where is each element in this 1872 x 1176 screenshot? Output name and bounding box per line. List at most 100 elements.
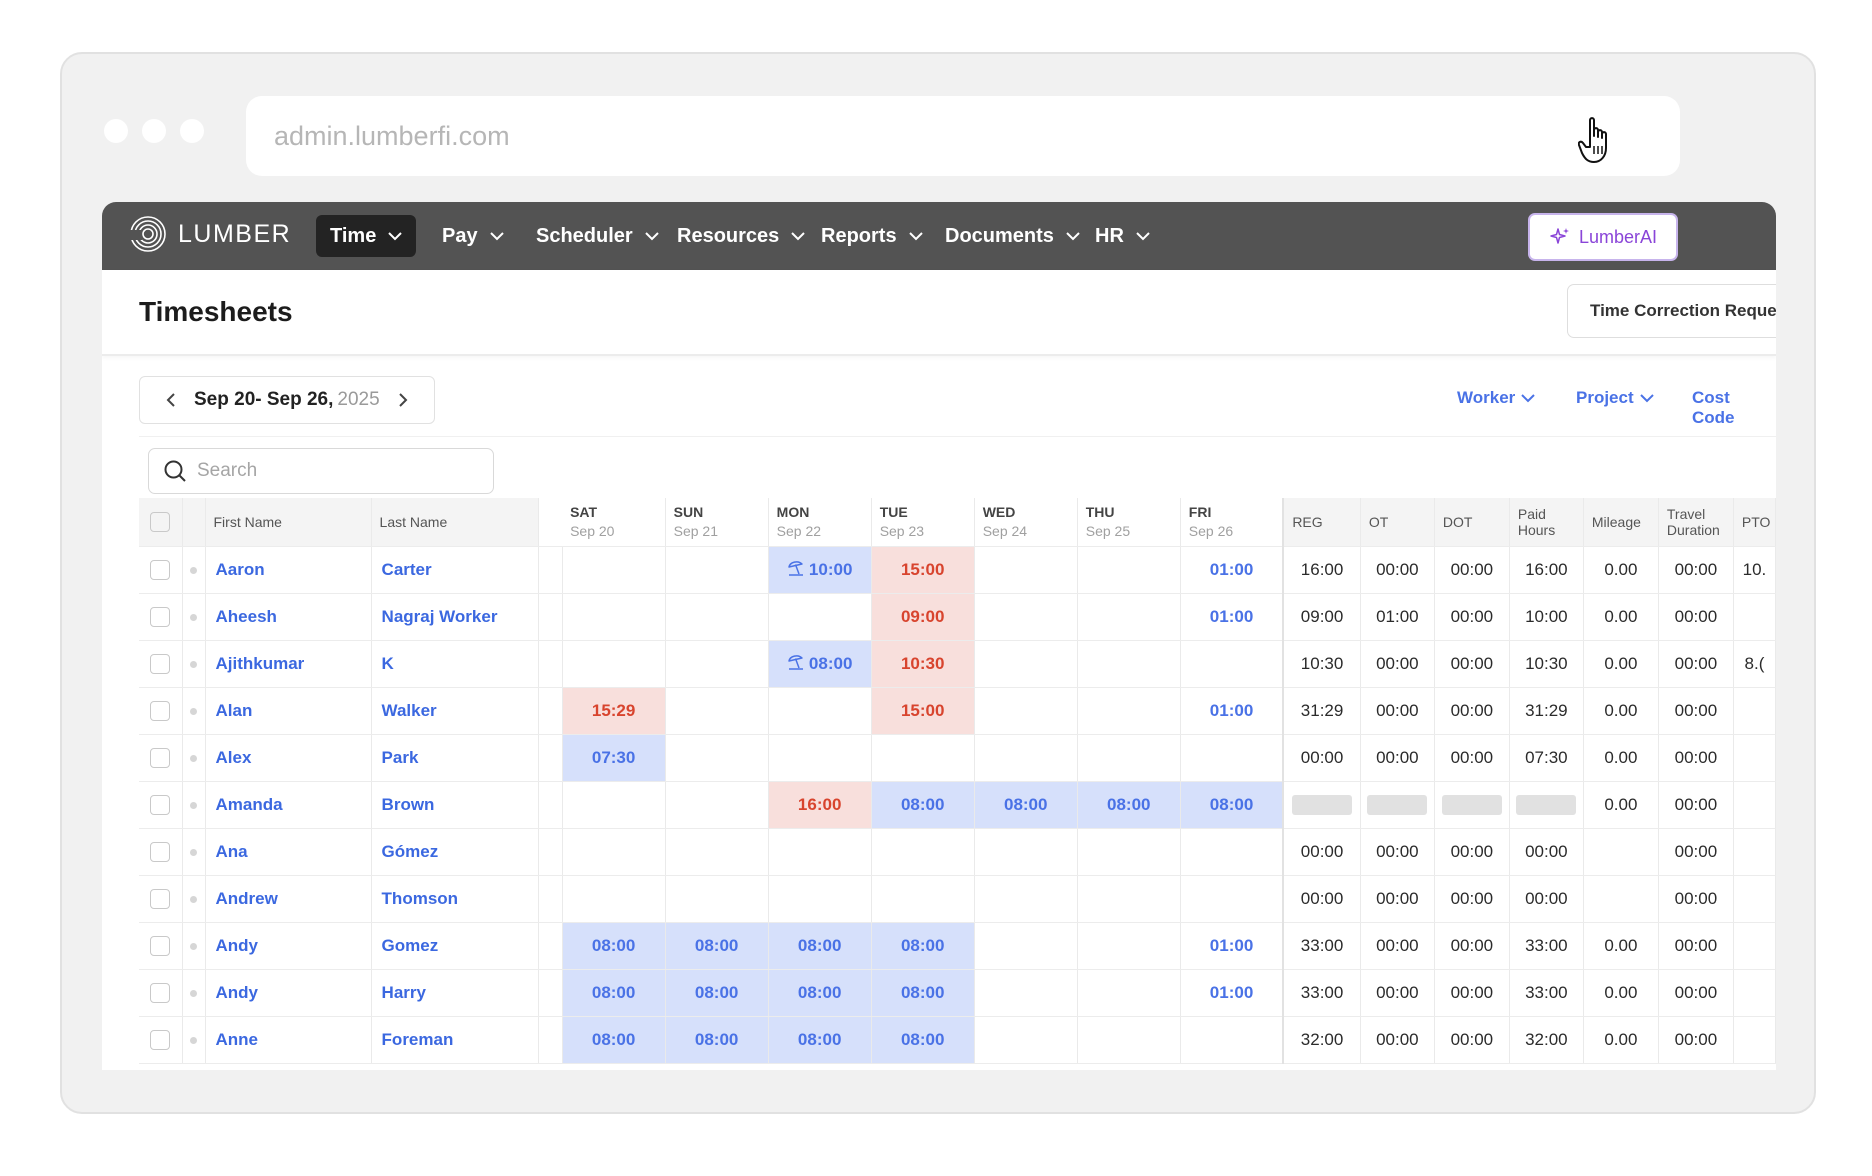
day-cell[interactable]	[665, 687, 769, 735]
nav-pay[interactable]: Pay	[428, 215, 518, 257]
day-cell[interactable]: 08:00	[1180, 781, 1284, 829]
row-checkbox[interactable]	[150, 606, 171, 627]
table-row[interactable]: Alex Park 07:30 00:00 00:00 00:00 07:30 0.00 00:…	[139, 734, 1776, 782]
day-cell[interactable]: 15:00	[871, 546, 975, 594]
day-cell[interactable]	[1077, 687, 1181, 735]
table-row[interactable]: Andrew Thomson 00:00 00:00 00:00 00:00 00:00	[139, 875, 1776, 923]
first-name-link[interactable]: Aaron	[205, 546, 372, 594]
day-cell[interactable]: 01:00	[1180, 969, 1284, 1017]
table-row[interactable]: Aaron Carter 10:00 15:00 01:00 16:00 00:00 00:0…	[139, 546, 1776, 594]
day-cell[interactable]	[1077, 640, 1181, 688]
table-row[interactable]: Alan Walker 15:29 15:00 01:00 31:29 00:00 00:00…	[139, 687, 1776, 735]
window-dot[interactable]	[142, 119, 166, 143]
day-cell[interactable]	[974, 1016, 1078, 1064]
day-cell[interactable]	[665, 546, 769, 594]
prev-week-button[interactable]	[156, 392, 186, 408]
row-checkbox[interactable]	[150, 1029, 171, 1050]
day-cell[interactable]	[665, 828, 769, 876]
table-row[interactable]: Ajithkumar K 08:00 10:30 10:30 00:00 00:00 10:3…	[139, 640, 1776, 688]
day-cell[interactable]: 10:00	[768, 546, 872, 594]
day-cell[interactable]	[1180, 1016, 1284, 1064]
day-cell[interactable]	[1077, 875, 1181, 923]
day-cell[interactable]	[974, 687, 1078, 735]
day-cell[interactable]	[562, 593, 666, 641]
day-cell[interactable]: 08:00	[974, 781, 1078, 829]
day-cell[interactable]	[1077, 969, 1181, 1017]
filter-project[interactable]: Project	[1576, 388, 1654, 408]
first-name-header[interactable]: First Name	[205, 498, 372, 547]
first-name-link[interactable]: Alex	[205, 734, 372, 782]
brand-logo[interactable]: LUMBER	[128, 214, 291, 254]
last-name-link[interactable]: Walker	[371, 687, 539, 735]
day-cell[interactable]	[665, 875, 769, 923]
day-cell[interactable]	[974, 875, 1078, 923]
day-cell[interactable]	[871, 875, 975, 923]
day-cell[interactable]	[974, 640, 1078, 688]
day-cell[interactable]: 08:00	[768, 1016, 872, 1064]
row-checkbox[interactable]	[150, 559, 171, 580]
row-checkbox[interactable]	[150, 982, 171, 1003]
day-cell[interactable]	[562, 546, 666, 594]
table-row[interactable]: Aheesh Nagraj Worker 09:00 01:00 09:00 01:00 0…	[139, 593, 1776, 641]
time-correction-requests-button[interactable]: Time Correction Reques	[1567, 284, 1776, 338]
day-cell[interactable]	[1077, 1016, 1181, 1064]
day-cell[interactable]	[974, 734, 1078, 782]
day-cell[interactable]	[665, 781, 769, 829]
last-name-link[interactable]: Carter	[371, 546, 539, 594]
day-cell[interactable]: 15:29	[562, 687, 666, 735]
day-cell[interactable]	[562, 781, 666, 829]
last-name-header[interactable]: Last Name	[371, 498, 539, 547]
day-cell[interactable]	[665, 593, 769, 641]
day-cell[interactable]: 09:00	[871, 593, 975, 641]
select-all-checkbox[interactable]	[150, 511, 171, 532]
day-cell[interactable]: 08:00	[1077, 781, 1181, 829]
day-cell[interactable]	[974, 593, 1078, 641]
day-cell[interactable]	[871, 828, 975, 876]
nav-time[interactable]: Time	[316, 215, 417, 257]
row-checkbox[interactable]	[150, 747, 171, 768]
day-cell[interactable]: 01:00	[1180, 922, 1284, 970]
last-name-link[interactable]: Harry	[371, 969, 539, 1017]
day-cell[interactable]	[974, 546, 1078, 594]
day-cell[interactable]	[665, 734, 769, 782]
day-cell[interactable]	[768, 734, 872, 782]
day-cell[interactable]: 01:00	[1180, 687, 1284, 735]
last-name-link[interactable]: K	[371, 640, 539, 688]
date-range-text[interactable]: Sep 20- Sep 26,	[194, 389, 333, 411]
day-cell[interactable]	[1077, 828, 1181, 876]
day-cell[interactable]	[974, 969, 1078, 1017]
first-name-link[interactable]: Aheesh	[205, 593, 372, 641]
lumberai-button[interactable]: LumberAI	[1528, 213, 1678, 261]
last-name-link[interactable]: Nagraj Worker	[371, 593, 539, 641]
day-cell[interactable]: 16:00	[768, 781, 872, 829]
day-cell[interactable]: 01:00	[1180, 593, 1284, 641]
day-cell[interactable]: 08:00	[665, 969, 769, 1017]
day-cell[interactable]: 15:00	[871, 687, 975, 735]
day-cell[interactable]	[974, 922, 1078, 970]
table-row[interactable]: Amanda Brown 16:00 08:00 08:00 08:00 08:00 0.00…	[139, 781, 1776, 829]
day-cell[interactable]: 08:00	[665, 922, 769, 970]
day-cell[interactable]: 07:30	[562, 734, 666, 782]
day-cell[interactable]	[1077, 593, 1181, 641]
row-checkbox[interactable]	[150, 653, 171, 674]
day-cell[interactable]: 08:00	[871, 922, 975, 970]
first-name-link[interactable]: Ajithkumar	[205, 640, 372, 688]
row-checkbox[interactable]	[150, 888, 171, 909]
day-cell[interactable]	[1077, 922, 1181, 970]
day-cell[interactable]	[1077, 734, 1181, 782]
day-cell[interactable]: 08:00	[871, 781, 975, 829]
day-cell[interactable]	[768, 593, 872, 641]
filter-worker[interactable]: Worker	[1457, 388, 1535, 408]
day-cell[interactable]: 08:00	[871, 1016, 975, 1064]
row-checkbox[interactable]	[150, 935, 171, 956]
day-cell[interactable]: 08:00	[562, 922, 666, 970]
filter-cost-code[interactable]: Cost Code	[1692, 388, 1776, 428]
day-cell[interactable]	[1180, 734, 1284, 782]
first-name-link[interactable]: Amanda	[205, 781, 372, 829]
table-row[interactable]: Andy Gomez 08:00 08:00 08:00 08:00 01:00 33:00 0…	[139, 922, 1776, 970]
row-checkbox[interactable]	[150, 700, 171, 721]
table-row[interactable]: Andy Harry 08:00 08:00 08:00 08:00 01:00 33:00 0…	[139, 969, 1776, 1017]
last-name-link[interactable]: Brown	[371, 781, 539, 829]
row-checkbox[interactable]	[150, 794, 171, 815]
day-cell[interactable]	[768, 828, 872, 876]
